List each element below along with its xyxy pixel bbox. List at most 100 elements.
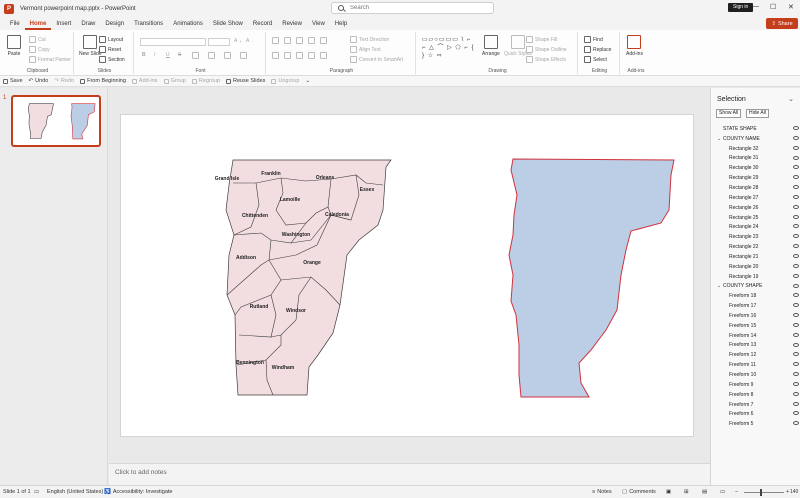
from-beginning-button[interactable]: From Beginning [80, 78, 126, 84]
pane-options-chevron-icon[interactable]: ⌄ [788, 95, 794, 103]
slideshow-view-icon[interactable]: ▭ [720, 489, 725, 495]
eye-icon[interactable] [793, 362, 799, 367]
reset-button[interactable]: Reset [99, 46, 121, 53]
tab-file[interactable]: File [5, 21, 25, 30]
regroup-button[interactable]: Regroup [191, 78, 220, 84]
county-label-grand-isle[interactable]: Grand Isle [215, 176, 239, 182]
selection-item-row[interactable]: Rectangle 29 [711, 173, 800, 183]
selection-group-row[interactable]: STATE SHAPE [711, 124, 800, 134]
language-status[interactable]: English (United States) [47, 489, 103, 495]
selection-item-row[interactable]: Rectangle 21 [711, 252, 800, 262]
eye-icon[interactable] [793, 391, 799, 396]
county-label-rutland[interactable]: Rutland [250, 304, 269, 310]
eye-icon[interactable] [793, 165, 799, 170]
increase-indent-button[interactable] [308, 37, 315, 44]
eye-icon[interactable] [793, 283, 799, 288]
tab-help[interactable]: Help [330, 21, 352, 30]
convert-smartart-button[interactable]: Convert to SmartArt [350, 56, 403, 63]
text-direction-button[interactable]: Text Direction [350, 36, 389, 43]
selection-item-row[interactable]: Freeform 15 [711, 321, 800, 331]
close-button[interactable]: ✕ [788, 3, 794, 11]
layout-button[interactable]: Layout [99, 36, 123, 43]
selection-item-row[interactable]: Freeform 16 [711, 311, 800, 321]
county-label-caledonia[interactable]: Caledonia [325, 212, 349, 218]
numbering-button[interactable] [284, 37, 291, 44]
italic-button[interactable]: I [154, 52, 155, 58]
eye-icon[interactable] [793, 313, 799, 318]
qa-addins-button[interactable]: Add-ins [131, 78, 158, 84]
notes-pane[interactable]: Click to add notes [109, 463, 710, 485]
zoom-level[interactable]: 140 [790, 489, 798, 495]
save-button[interactable]: Save [3, 78, 23, 84]
eye-icon[interactable] [793, 194, 799, 199]
highlight-button[interactable] [224, 52, 231, 59]
zoom-in-button[interactable]: + [786, 489, 789, 495]
county-label-washington[interactable]: Washington [282, 232, 310, 238]
selection-item-row[interactable]: Freeform 11 [711, 360, 800, 370]
county-label-essex[interactable]: Essex [360, 187, 374, 193]
eye-icon[interactable] [793, 244, 799, 249]
strikethrough-button[interactable]: S [178, 52, 181, 58]
county-label-addison[interactable]: Addison [236, 255, 256, 261]
tab-transitions[interactable]: Transitions [129, 21, 168, 30]
sign-in-button[interactable]: Sign in [728, 3, 754, 12]
selection-item-row[interactable]: Rectangle 27 [711, 193, 800, 203]
cut-button[interactable]: Cut [29, 36, 46, 43]
tab-home[interactable]: Home [24, 21, 52, 30]
selection-item-row[interactable]: Rectangle 19 [711, 272, 800, 282]
align-text-button[interactable]: Align Text [350, 46, 381, 53]
selection-group-row[interactable]: ⌄ COUNTY NAME [711, 134, 800, 144]
selection-item-row[interactable]: Freeform 17 [711, 301, 800, 311]
eye-icon[interactable] [793, 214, 799, 219]
selection-item-row[interactable]: Freeform 12 [711, 350, 800, 360]
char-spacing-button[interactable] [192, 52, 199, 59]
tab-design[interactable]: Design [100, 21, 129, 30]
customize-qat-button[interactable]: ⌄ [306, 78, 311, 84]
eye-icon[interactable] [793, 342, 799, 347]
eye-icon[interactable] [793, 175, 799, 180]
eye-icon[interactable] [793, 234, 799, 239]
eye-icon[interactable] [793, 303, 799, 308]
replace-button[interactable]: Replace [584, 46, 611, 53]
share-button[interactable]: ⇪ Share [766, 18, 798, 29]
reuse-slides-button[interactable]: Reuse Slides [225, 78, 265, 84]
selection-item-row[interactable]: Rectangle 26 [711, 203, 800, 213]
accessibility-status[interactable]: ♿ Accessibility: Investigate [104, 489, 172, 495]
tab-draw[interactable]: Draw [76, 21, 100, 30]
tab-slide-show[interactable]: Slide Show [208, 21, 248, 30]
tab-animations[interactable]: Animations [168, 21, 208, 30]
shrink-font-button[interactable]: A- [246, 38, 253, 44]
undo-button[interactable]: ↶ Undo [29, 78, 49, 84]
font-color-button[interactable] [240, 52, 247, 59]
notes-toggle[interactable]: ≡ Notes [592, 489, 612, 495]
eye-icon[interactable] [793, 421, 799, 426]
font-size-box[interactable] [208, 38, 230, 46]
tab-review[interactable]: Review [277, 21, 307, 30]
county-label-orleans[interactable]: Orleans [316, 175, 335, 181]
eye-icon[interactable] [793, 372, 799, 377]
align-left-button[interactable] [272, 52, 279, 59]
eye-icon[interactable] [793, 332, 799, 337]
selection-item-row[interactable]: Rectangle 30 [711, 163, 800, 173]
line-spacing-button[interactable] [320, 37, 327, 44]
ungroup-button[interactable]: Ungroup [271, 78, 300, 84]
eye-icon[interactable] [793, 322, 799, 327]
slide-sorter-icon[interactable]: ⊞ [684, 489, 689, 495]
change-case-button[interactable] [208, 52, 215, 59]
eye-icon[interactable] [793, 411, 799, 416]
zoom-out-button[interactable]: − [735, 489, 738, 495]
eye-icon[interactable] [793, 204, 799, 209]
eye-icon[interactable] [793, 401, 799, 406]
selection-item-row[interactable]: Freeform 14 [711, 331, 800, 341]
slide-canvas[interactable]: Grand Isle Franklin Orleans Essex Lamoil… [120, 114, 694, 437]
selection-item-row[interactable]: Freeform 10 [711, 370, 800, 380]
font-name-box[interactable] [140, 38, 206, 46]
eye-icon[interactable] [793, 263, 799, 268]
reading-view-icon[interactable]: ▤ [702, 489, 707, 495]
county-label-windsor[interactable]: Windsor [286, 308, 306, 314]
paste-button[interactable]: Paste [7, 35, 21, 57]
eye-icon[interactable] [793, 126, 799, 130]
selection-item-row[interactable]: Rectangle 20 [711, 262, 800, 272]
selection-item-row[interactable]: Rectangle 32 [711, 144, 800, 154]
eye-icon[interactable] [793, 293, 799, 298]
